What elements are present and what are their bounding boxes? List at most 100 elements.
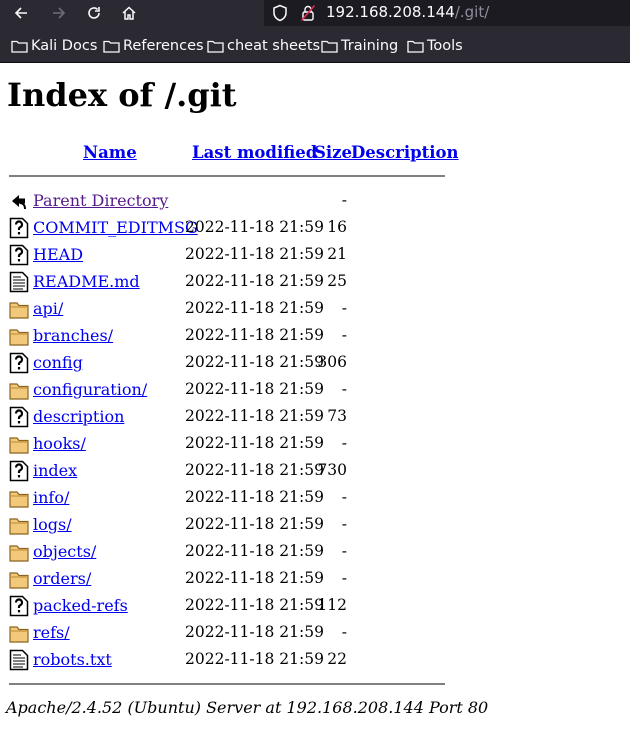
file-link[interactable]: hooks/ bbox=[33, 434, 86, 453]
table-row: hooks/2022-11-18 21:59- bbox=[0, 431, 630, 458]
file-link[interactable]: description bbox=[33, 407, 124, 426]
forward-button[interactable] bbox=[47, 1, 71, 25]
back-button[interactable] bbox=[9, 1, 33, 25]
table-row: info/2022-11-18 21:59- bbox=[0, 485, 630, 512]
bookmark-label: References bbox=[123, 38, 204, 54]
table-row: HEAD 2022-11-18 21:59 21 bbox=[0, 242, 630, 269]
folder-icon bbox=[103, 40, 120, 53]
folder-icon bbox=[9, 541, 29, 563]
last-modified: 2022-11-18 21:59 bbox=[185, 272, 324, 290]
bookmark-label: Kali Docs bbox=[31, 38, 98, 54]
folder-icon bbox=[9, 622, 29, 644]
server-signature: Apache/2.4.52 (Ubuntu) Server at 192.168… bbox=[6, 698, 489, 717]
table-row: config 2022-11-18 21:59 306 bbox=[0, 350, 630, 377]
back-arrow-icon bbox=[12, 195, 26, 210]
table-row: refs/2022-11-18 21:59- bbox=[0, 620, 630, 647]
page-title: Index of /.git bbox=[7, 76, 237, 114]
unknown-file-icon bbox=[9, 244, 29, 266]
table-row: branches/2022-11-18 21:59- bbox=[0, 323, 630, 350]
file-link[interactable]: refs/ bbox=[33, 623, 70, 642]
last-modified: 2022-11-18 21:59 bbox=[185, 380, 324, 398]
table-row: objects/2022-11-18 21:59- bbox=[0, 539, 630, 566]
file-size: 22 bbox=[327, 650, 347, 668]
file-link[interactable]: index bbox=[33, 461, 77, 480]
url-host: 192.168.208.144 bbox=[326, 3, 455, 21]
file-size: 25 bbox=[327, 272, 347, 290]
file-size: - bbox=[341, 299, 347, 317]
tracking-shield-icon[interactable] bbox=[272, 4, 288, 26]
folder-icon bbox=[9, 379, 29, 401]
table-row: description 2022-11-18 21:59 73 bbox=[0, 404, 630, 431]
footer-divider bbox=[9, 683, 445, 685]
last-modified: 2022-11-18 21:59 bbox=[185, 326, 324, 344]
file-link[interactable]: HEAD bbox=[33, 245, 83, 264]
file-link[interactable]: robots.txt bbox=[33, 650, 112, 669]
sort-by-last-modified-link[interactable]: Last modified bbox=[192, 143, 317, 162]
file-size: - bbox=[341, 542, 347, 560]
folder-icon bbox=[9, 568, 29, 590]
file-link[interactable]: COMMIT_EDITMSG bbox=[33, 218, 198, 237]
unknown-file-icon bbox=[9, 352, 29, 374]
file-size: - bbox=[341, 380, 347, 398]
address-bar[interactable]: 192.168.208.144/.git/ bbox=[264, 0, 630, 26]
file-link[interactable]: orders/ bbox=[33, 569, 91, 588]
last-modified: 2022-11-18 21:59 bbox=[185, 434, 324, 452]
folder-icon bbox=[11, 40, 28, 53]
last-modified: 2022-11-18 21:59 bbox=[185, 596, 324, 614]
folder-icon bbox=[9, 433, 29, 455]
file-link[interactable]: branches/ bbox=[33, 326, 113, 345]
table-row: packed-refs 2022-11-18 21:59 112 bbox=[0, 593, 630, 620]
text-file-icon bbox=[9, 271, 29, 293]
arrow-left-icon bbox=[14, 7, 27, 19]
last-modified: 2022-11-18 21:59 bbox=[185, 542, 324, 560]
bookmark-cheat-sheets[interactable]: cheat sheets bbox=[207, 36, 320, 56]
unknown-file-icon bbox=[9, 217, 29, 239]
last-modified: 2022-11-18 21:59 bbox=[185, 461, 324, 479]
sort-by-size-link[interactable]: Size bbox=[314, 143, 352, 162]
parent-directory-row: Parent Directory - bbox=[0, 188, 630, 215]
table-row: README.md 2022-11-18 21:59 25 bbox=[0, 269, 630, 296]
last-modified: 2022-11-18 21:59 bbox=[185, 245, 324, 263]
unknown-file-icon bbox=[9, 595, 29, 617]
url-text: 192.168.208.144/.git/ bbox=[326, 3, 489, 21]
file-link[interactable]: objects/ bbox=[33, 542, 96, 561]
bookmark-training[interactable]: Training bbox=[321, 36, 398, 56]
table-row: index 2022-11-18 21:59 730 bbox=[0, 458, 630, 485]
bookmarks-toolbar: Kali Docs References cheat sheets Traini… bbox=[0, 26, 630, 63]
file-link[interactable]: configuration/ bbox=[33, 380, 147, 399]
bookmark-tools[interactable]: Tools bbox=[407, 36, 463, 56]
last-modified: 2022-11-18 21:59 bbox=[185, 623, 324, 641]
file-size: 16 bbox=[327, 218, 347, 236]
file-size: - bbox=[341, 434, 347, 452]
file-link[interactable]: logs/ bbox=[33, 515, 72, 534]
table-row: robots.txt 2022-11-18 21:59 22 bbox=[0, 647, 630, 674]
last-modified: 2022-11-18 21:59 bbox=[185, 407, 324, 425]
last-modified: 2022-11-18 21:59 bbox=[185, 353, 324, 371]
file-link[interactable]: config bbox=[33, 353, 83, 372]
bookmark-kali-docs[interactable]: Kali Docs bbox=[11, 36, 97, 56]
reload-button[interactable] bbox=[82, 1, 106, 25]
table-row: logs/2022-11-18 21:59- bbox=[0, 512, 630, 539]
file-link[interactable]: README.md bbox=[33, 272, 140, 291]
home-button[interactable] bbox=[117, 1, 141, 25]
file-link[interactable]: info/ bbox=[33, 488, 69, 507]
home-icon bbox=[122, 6, 136, 20]
header-divider bbox=[9, 175, 445, 177]
file-size: 73 bbox=[327, 407, 347, 425]
file-size: - bbox=[341, 569, 347, 587]
file-size: - bbox=[341, 326, 347, 344]
parent-directory-link[interactable]: Parent Directory bbox=[33, 191, 168, 210]
last-modified: 2022-11-18 21:59 bbox=[185, 650, 324, 668]
bookmark-references[interactable]: References bbox=[103, 36, 204, 56]
file-size: 730 bbox=[317, 461, 347, 479]
file-link[interactable]: packed-refs bbox=[33, 596, 128, 615]
browser-toolbar: 192.168.208.144/.git/ bbox=[0, 0, 630, 26]
file-link[interactable]: api/ bbox=[33, 299, 63, 318]
insecure-lock-icon[interactable] bbox=[300, 4, 316, 26]
sort-by-name-link[interactable]: Name bbox=[83, 143, 137, 162]
unknown-file-icon bbox=[9, 406, 29, 428]
folder-icon bbox=[9, 487, 29, 509]
unknown-file-icon bbox=[9, 460, 29, 482]
last-modified: 2022-11-18 21:59 bbox=[185, 218, 324, 236]
sort-by-description-link[interactable]: Description bbox=[351, 143, 459, 162]
